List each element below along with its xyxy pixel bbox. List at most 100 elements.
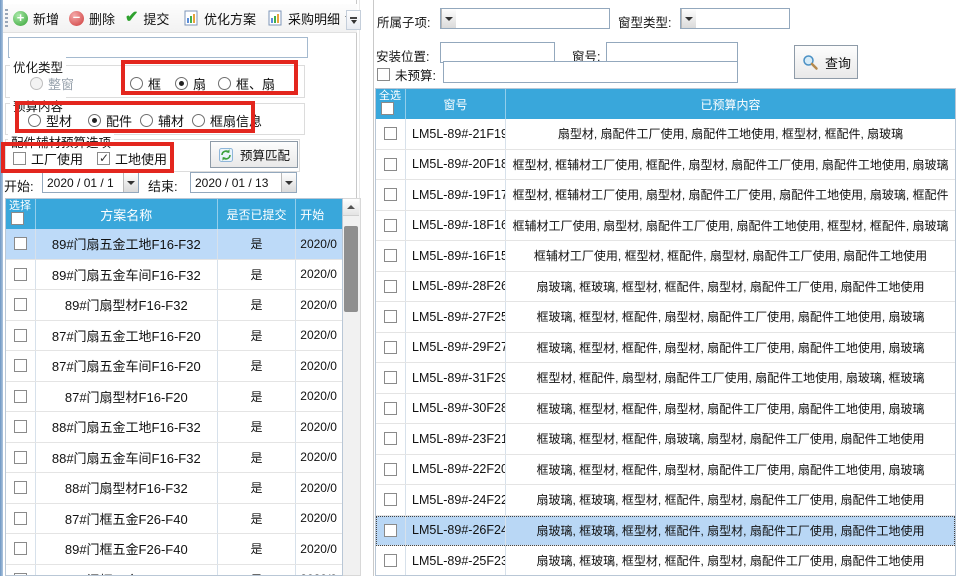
table-row[interactable]: 88#门扇型材F16-F32是2020/0	[6, 473, 342, 504]
table-row[interactable]: 88#门扇五金车间F16-F32是2020/0	[6, 443, 342, 474]
table-row[interactable]: 89#门扇五金工地F16-F32是2020/0	[6, 229, 342, 260]
combo-dropdown-button[interactable]	[441, 9, 456, 28]
radio-sash[interactable]: 扇	[175, 74, 206, 93]
radio-label: 整窗	[48, 74, 74, 93]
row-checkbox[interactable]	[384, 524, 397, 537]
row-checkbox[interactable]	[14, 268, 27, 281]
delete-button[interactable]: 删除	[69, 6, 115, 30]
factory-use-checkbox[interactable]: 工厂使用	[13, 149, 83, 168]
add-button[interactable]: 新增	[13, 6, 59, 30]
table-row[interactable]: LM5L-89#-30F28框玻璃, 框型材, 框配件, 扇型材, 扇配件工厂使…	[376, 394, 955, 425]
radio-profile[interactable]: 型材	[28, 111, 72, 130]
budget-header-window-no[interactable]: 窗号	[406, 89, 506, 119]
check-icon	[125, 10, 138, 26]
sub-item-combobox[interactable]	[440, 8, 610, 29]
row-checkbox[interactable]	[384, 463, 397, 476]
query-button[interactable]: 查询	[794, 45, 858, 79]
plan-header-name[interactable]: 方案名称	[36, 199, 218, 229]
window-type-combobox[interactable]	[680, 8, 790, 29]
table-row[interactable]: 88#门框五金F21-F40是2020/0	[6, 565, 342, 576]
table-row[interactable]: LM5L-89#-20F18框型材, 框辅材工厂使用, 框配件, 扇型材, 扇配…	[376, 150, 955, 181]
row-checkbox[interactable]	[384, 371, 397, 384]
radio-whole-window[interactable]: 整窗	[30, 74, 74, 93]
row-checkbox[interactable]	[384, 219, 397, 232]
toolbar-overflow-button[interactable]	[346, 10, 361, 30]
row-checkbox[interactable]	[14, 237, 27, 250]
plan-filter-input[interactable]	[8, 37, 308, 58]
budget-header-content[interactable]: 已预算内容	[506, 89, 955, 119]
row-checkbox[interactable]	[14, 420, 27, 433]
table-row[interactable]: LM5L-89#-27F25框玻璃, 框型材, 框配件, 扇型材, 扇配件工厂使…	[376, 302, 955, 333]
row-checkbox[interactable]	[14, 298, 27, 311]
select-all-checkbox[interactable]	[381, 102, 394, 115]
scrollbar-thumb[interactable]	[344, 226, 358, 312]
window-no-input[interactable]	[606, 42, 738, 63]
table-row[interactable]: LM5L-89#-23F21框玻璃, 框型材, 框配件, 扇玻璃, 扇型材, 扇…	[376, 424, 955, 455]
table-row[interactable]: 89#门扇型材F16-F32是2020/0	[6, 290, 342, 321]
select-all-checkbox[interactable]	[11, 212, 24, 225]
date-dropdown-button[interactable]	[281, 173, 296, 192]
optimize-plan-button[interactable]: 优化方案	[183, 6, 256, 30]
radio-frame-sash[interactable]: 框、扇	[218, 74, 275, 93]
install-position-input[interactable]	[440, 42, 555, 63]
plan-table-scrollbar[interactable]	[343, 198, 361, 576]
row-checkbox[interactable]	[14, 329, 27, 342]
table-row[interactable]: 89#门框五金F26-F40是2020/0	[6, 534, 342, 565]
toolbar-grip[interactable]	[5, 9, 8, 28]
combo-dropdown-button[interactable]	[681, 9, 696, 28]
table-row-selected[interactable]: LM5L-89#-26F24扇玻璃, 框玻璃, 框型材, 框配件, 扇型材, 扇…	[376, 516, 955, 547]
table-row[interactable]: LM5L-89#-22F20框玻璃, 框型材, 框配件, 扇型材, 扇配件工厂使…	[376, 455, 955, 486]
scroll-up-button[interactable]	[343, 199, 359, 216]
table-row[interactable]: 87#门框五金F26-F40是2020/0	[6, 504, 342, 535]
site-use-checkbox[interactable]: 工地使用	[97, 149, 167, 168]
date-end-picker[interactable]: 2020 / 01 / 13	[190, 172, 297, 193]
radio-frame[interactable]: 框	[130, 74, 161, 93]
plan-submitted: 是	[218, 260, 297, 290]
table-row[interactable]: LM5L-89#-31F29框型材, 框配件, 扇型材, 扇配件工厂使用, 扇配…	[376, 363, 955, 394]
table-row[interactable]: LM5L-89#-29F27框玻璃, 框型材, 框配件, 扇型材, 扇配件工厂使…	[376, 333, 955, 364]
row-checkbox[interactable]	[384, 127, 397, 140]
table-row[interactable]: 87#门扇五金工地F16-F20是2020/0	[6, 321, 342, 352]
unbudgeted-checkbox[interactable]: 未预算:	[377, 65, 436, 84]
row-checkbox[interactable]	[384, 554, 397, 567]
row-checkbox[interactable]	[14, 390, 27, 403]
date-start-picker[interactable]: 2020 / 01 / 1	[42, 172, 139, 193]
radio-frame-sash-info[interactable]: 框扇信息	[192, 111, 262, 130]
radio-auxiliary[interactable]: 辅材	[140, 111, 184, 130]
table-row[interactable]: 88#门扇五金工地F16-F32是2020/0	[6, 412, 342, 443]
radio-accessory[interactable]: 配件	[88, 111, 132, 130]
chevron-down-icon	[445, 17, 453, 21]
table-row[interactable]: LM5L-89#-18F16框辅材工厂使用, 扇型材, 扇配件工厂使用, 扇配件…	[376, 211, 955, 242]
submit-button[interactable]: 提交	[125, 6, 169, 30]
unbudgeted-input[interactable]	[443, 61, 738, 83]
table-row[interactable]: LM5L-89#-19F17框型材, 框辅材工厂使用, 扇型材, 扇配件工厂使用…	[376, 180, 955, 211]
row-checkbox[interactable]	[14, 542, 27, 555]
row-checkbox[interactable]	[384, 249, 397, 262]
row-checkbox[interactable]	[14, 512, 27, 525]
table-row[interactable]: 87#门扇型材F16-F20是2020/0	[6, 382, 342, 413]
table-row[interactable]: LM5L-89#-16F15框辅材工厂使用, 框型材, 框配件, 扇型材, 扇配…	[376, 241, 955, 272]
table-row[interactable]: LM5L-89#-21F19扇型材, 扇配件工厂使用, 扇配件工地使用, 框型材…	[376, 119, 955, 150]
row-checkbox[interactable]	[14, 451, 27, 464]
row-checkbox[interactable]	[384, 341, 397, 354]
date-start-value: 2020 / 01 / 1	[43, 176, 123, 190]
plan-header-start[interactable]: 开始	[296, 199, 342, 229]
row-checkbox[interactable]	[384, 188, 397, 201]
table-row[interactable]: 87#门扇五金车间F16-F20是2020/0	[6, 351, 342, 382]
row-checkbox[interactable]	[14, 481, 27, 494]
budget-match-button[interactable]: 预算匹配	[210, 141, 298, 168]
row-checkbox[interactable]	[384, 280, 397, 293]
row-checkbox[interactable]	[384, 402, 397, 415]
row-checkbox[interactable]	[14, 359, 27, 372]
table-row[interactable]: LM5L-89#-24F22扇玻璃, 框玻璃, 框型材, 框配件, 扇型材, 扇…	[376, 485, 955, 516]
table-row[interactable]: LM5L-89#-25F23扇玻璃, 框玻璃, 框型材, 框配件, 扇型材, 扇…	[376, 546, 955, 576]
row-checkbox[interactable]	[384, 310, 397, 323]
row-checkbox[interactable]	[384, 493, 397, 506]
row-checkbox[interactable]	[384, 432, 397, 445]
date-dropdown-button[interactable]	[123, 173, 138, 192]
table-row[interactable]: LM5L-89#-28F26扇玻璃, 框玻璃, 框型材, 框配件, 扇型材, 扇…	[376, 272, 955, 303]
row-checkbox[interactable]	[384, 158, 397, 171]
plan-header-submitted[interactable]: 是否已提交	[218, 199, 297, 229]
table-row[interactable]: 89#门扇五金车间F16-F32是2020/0	[6, 260, 342, 291]
purchase-detail-button[interactable]: 采购明细	[267, 6, 353, 30]
